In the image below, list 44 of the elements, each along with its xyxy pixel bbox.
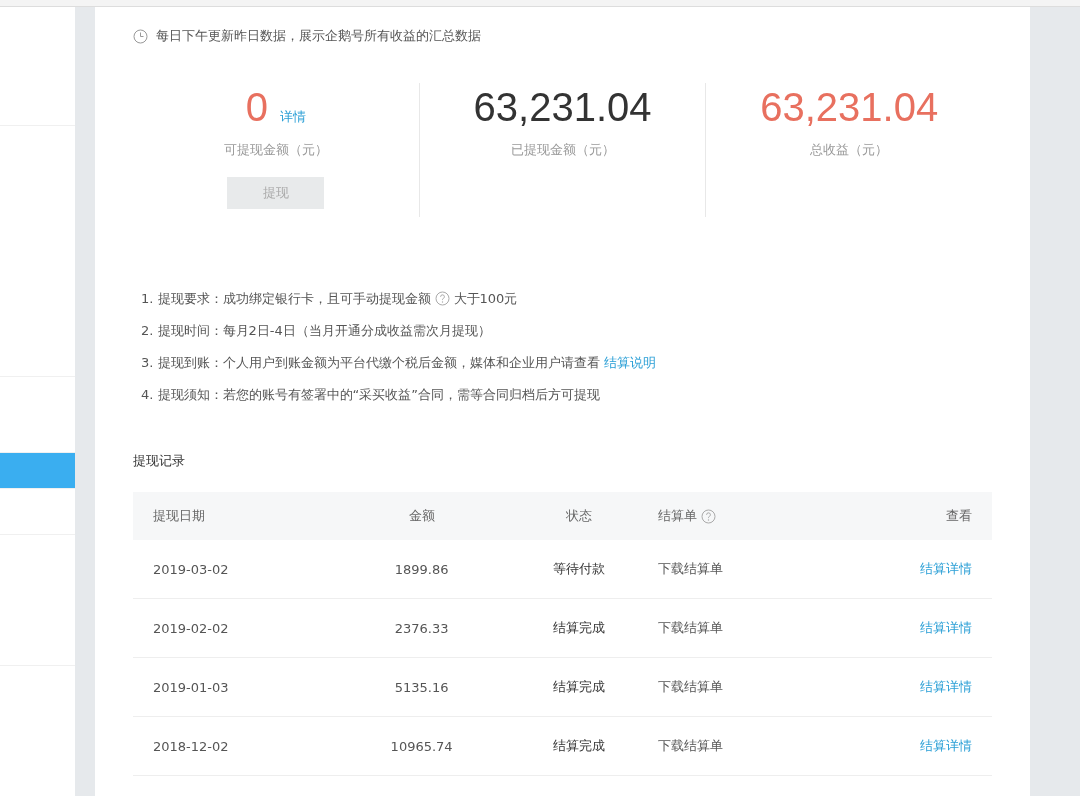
sidebar-item[interactable] bbox=[0, 453, 75, 489]
date-cell: 2018-12-02 bbox=[153, 738, 229, 754]
stat-label: 总收益（元） bbox=[810, 141, 889, 159]
download-statement-link[interactable]: 下载结算单 bbox=[657, 678, 723, 696]
stat-label: 可提现金额（元） bbox=[223, 141, 328, 159]
download-statement-link[interactable]: 下载结算单 bbox=[657, 560, 723, 578]
download-statement-link[interactable]: 下载结算单 bbox=[657, 737, 723, 755]
download-statement-link[interactable]: 下载结算单 bbox=[657, 619, 723, 637]
settlement-details-link[interactable]: 结算详情 bbox=[920, 737, 972, 755]
settlement-link[interactable]: 结算说明 bbox=[603, 353, 656, 372]
stat-value: 0 bbox=[245, 84, 268, 131]
status-cell: 结算完成 bbox=[552, 678, 605, 696]
rule-text: 2. 提现时间：每月2日-4日（当月开通分成收益需次月提现） bbox=[141, 322, 491, 340]
section-title: 提现记录 bbox=[133, 452, 186, 470]
column-header: 结算单 bbox=[657, 507, 697, 525]
help-icon[interactable] bbox=[434, 291, 450, 306]
stat-label: 已提现金额（元） bbox=[510, 141, 615, 159]
date-cell: 2019-03-02 bbox=[153, 561, 229, 577]
status-cell: 等待付款 bbox=[552, 560, 605, 578]
date-cell: 2019-01-03 bbox=[153, 679, 229, 695]
rule-text: 3. 提现到账：个人用户到账金额为平台代缴个税后金额，媒体和企业用户请查看 bbox=[141, 354, 600, 372]
settlement-details-link[interactable]: 结算详情 bbox=[920, 678, 972, 696]
stat-value: 63,231.04 bbox=[760, 84, 939, 131]
notice-text: 每日下午更新昨日数据，展示企鹅号所有收益的汇总数据 bbox=[156, 27, 481, 45]
settlement-details-link[interactable]: 结算详情 bbox=[920, 619, 972, 637]
clock-icon bbox=[133, 28, 148, 44]
column-header: 提现日期 bbox=[153, 507, 205, 525]
column-header: 查看 bbox=[946, 507, 972, 525]
status-cell: 结算完成 bbox=[552, 737, 605, 755]
amount-cell: 1899.86 bbox=[394, 561, 449, 577]
settlement-details-link[interactable]: 结算详情 bbox=[920, 560, 972, 578]
rule-text: 4. 提现须知：若您的账号有签署中的“采买收益”合同，需等合同归档后方可提现 bbox=[141, 386, 600, 404]
column-header: 状态 bbox=[565, 507, 592, 525]
amount-cell: 2376.33 bbox=[394, 620, 449, 636]
help-icon[interactable] bbox=[700, 508, 716, 524]
rule-text: 大于100元 bbox=[453, 290, 518, 308]
stat-value: 63,231.04 bbox=[473, 84, 652, 131]
status-cell: 结算完成 bbox=[552, 619, 605, 637]
amount-cell: 5135.16 bbox=[394, 679, 449, 695]
details-link[interactable]: 详情 bbox=[279, 108, 306, 126]
amount-cell: 10965.74 bbox=[390, 738, 453, 754]
date-cell: 2019-02-02 bbox=[153, 620, 229, 636]
column-header: 金额 bbox=[408, 507, 435, 525]
rule-text: 1. 提现要求：成功绑定银行卡，且可手动提现金额 bbox=[141, 290, 431, 308]
